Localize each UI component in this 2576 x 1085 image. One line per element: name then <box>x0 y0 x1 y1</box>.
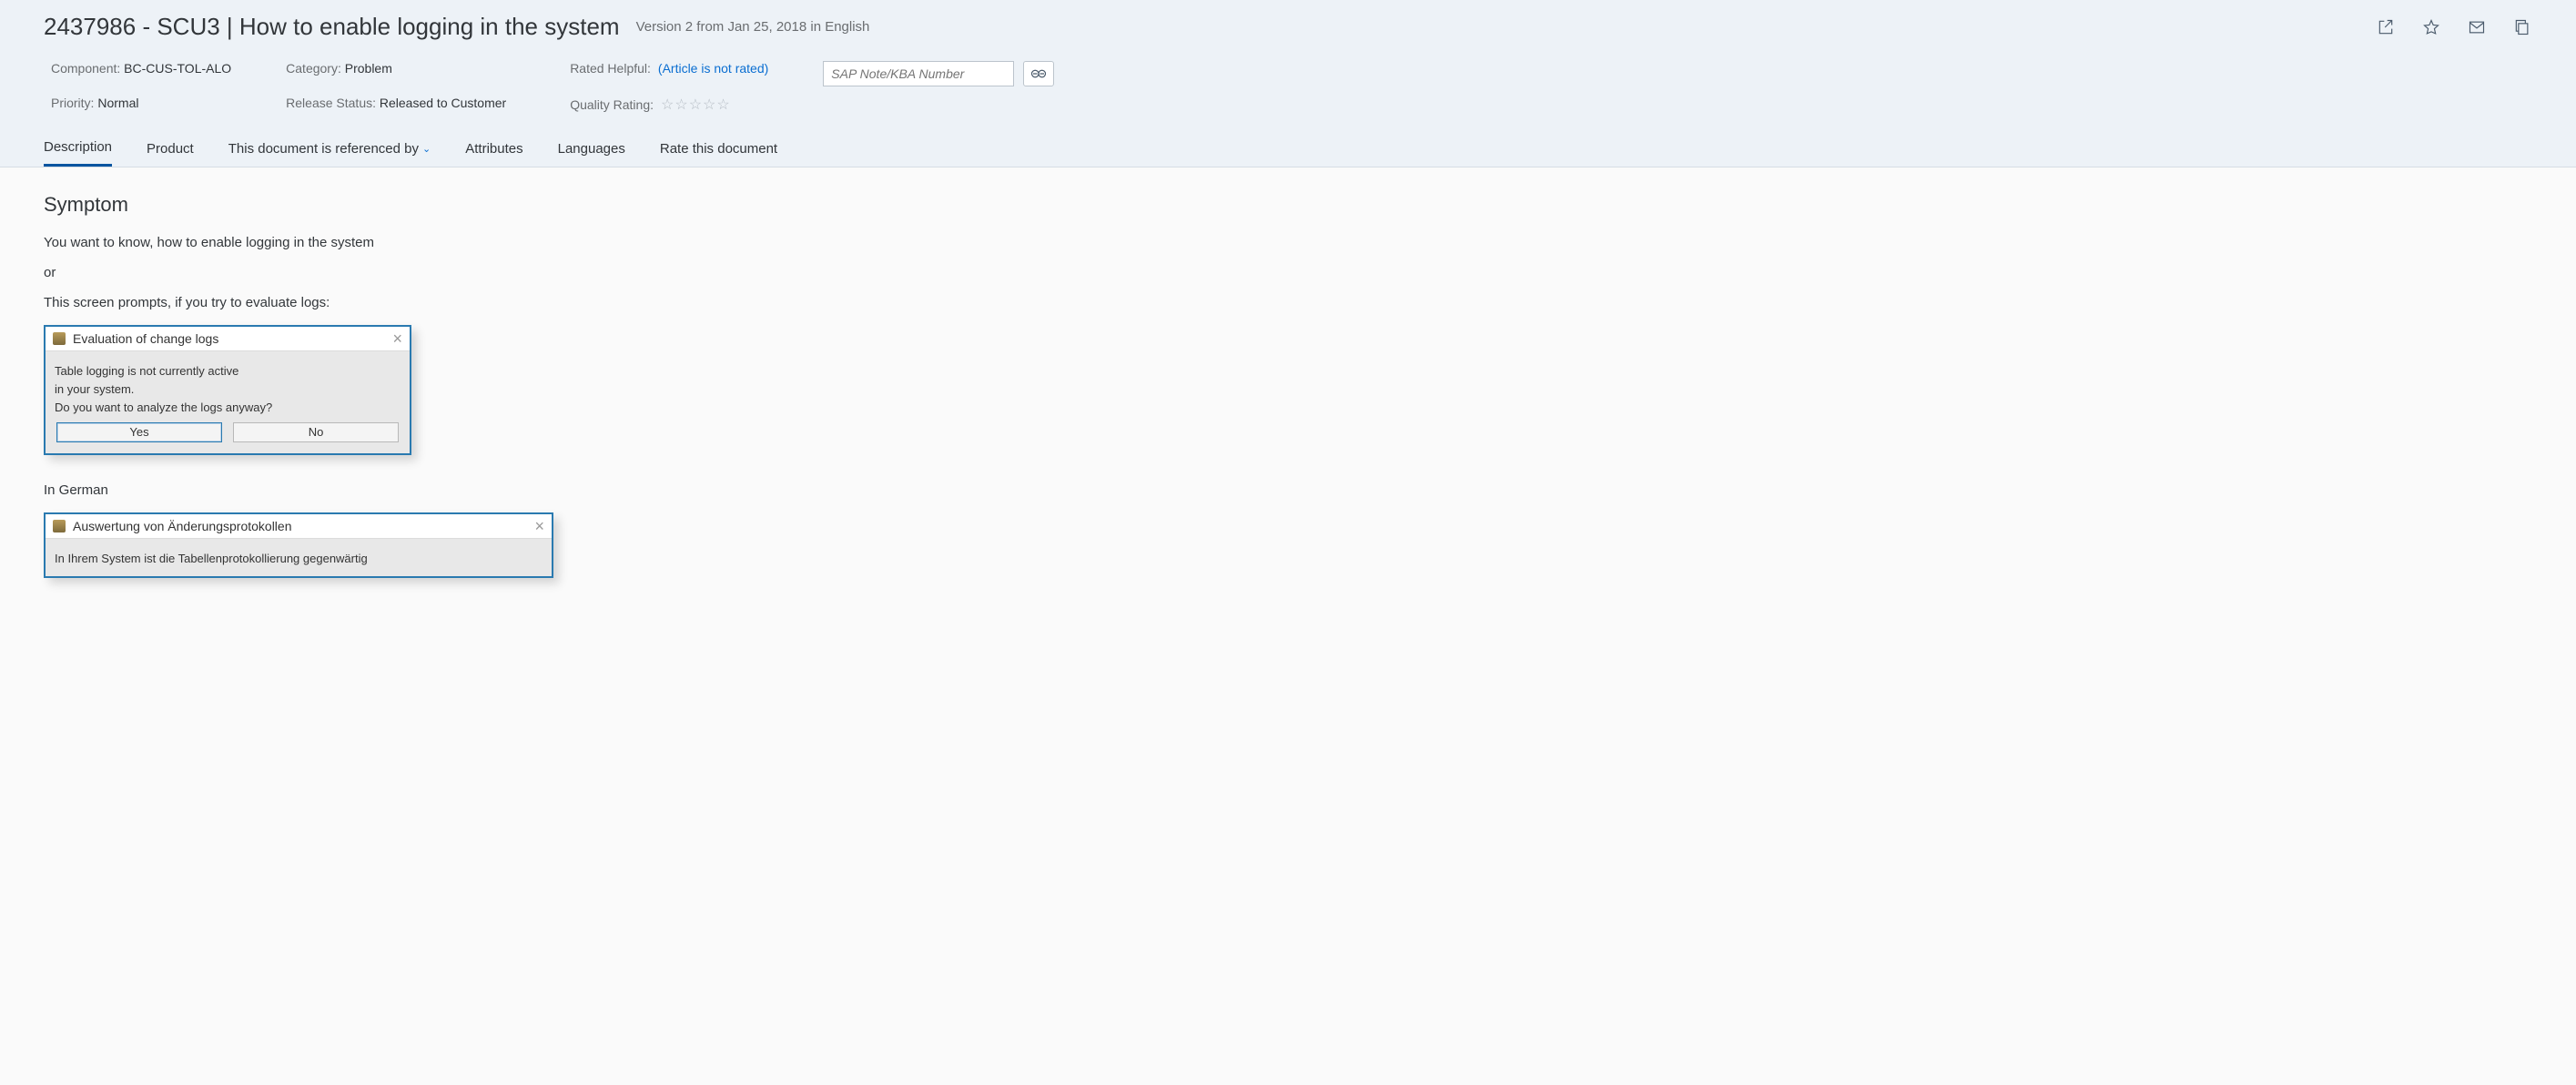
priority-value: Normal <box>97 96 138 110</box>
version-text: Version 2 from Jan 25, 2018 in English <box>636 19 870 35</box>
dialog-icon <box>53 520 66 532</box>
tab-product[interactable]: Product <box>147 139 194 167</box>
chevron-down-icon: ⌄ <box>422 143 431 155</box>
star-icon[interactable] <box>2421 17 2441 37</box>
category-value: Problem <box>345 61 392 76</box>
meta-col-1: Component: BC-CUS-TOL-ALO Priority: Norm… <box>51 61 231 114</box>
symptom-p3: This screen prompts, if you try to evalu… <box>44 295 2532 310</box>
tab-attributes[interactable]: Attributes <box>465 139 522 167</box>
quality-stars[interactable]: ☆☆☆☆☆ <box>661 96 731 114</box>
quality-label: Quality Rating: <box>570 97 654 112</box>
tab-rate[interactable]: Rate this document <box>660 139 777 167</box>
title-actions <box>2376 17 2532 37</box>
meta-col-3: Rated Helpful: (Article is not rated) Qu… <box>570 61 768 114</box>
priority-label: Priority: <box>51 96 94 110</box>
symptom-p2: or <box>44 265 2532 280</box>
close-icon[interactable]: × <box>392 330 402 347</box>
mail-icon[interactable] <box>2467 17 2487 37</box>
header-band: 2437986 - SCU3 | How to enable logging i… <box>0 0 2576 167</box>
yes-button[interactable]: Yes <box>56 422 222 442</box>
dialog-en-line1: Table logging is not currently active <box>55 362 401 380</box>
tab-description[interactable]: Description <box>44 139 112 167</box>
dialog-de-body: In Ihrem System ist die Tabellenprotokol… <box>46 538 552 575</box>
dialog-de-title: Auswertung von Änderungsprotokollen <box>73 519 292 533</box>
dialog-en-body: Table logging is not currently active in… <box>46 350 410 453</box>
dialog-en: Evaluation of change logs × Table loggin… <box>44 325 411 455</box>
dialog-de-titlebar: Auswertung von Änderungsprotokollen × <box>46 514 552 538</box>
rated-label: Rated Helpful: <box>570 61 651 76</box>
title-row: 2437986 - SCU3 | How to enable logging i… <box>44 13 2532 41</box>
meta-grid: Component: BC-CUS-TOL-ALO Priority: Norm… <box>44 61 2532 114</box>
tab-referenced[interactable]: This document is referenced by ⌄ <box>228 139 431 167</box>
symptom-p1: You want to know, how to enable logging … <box>44 235 2532 250</box>
page-title: 2437986 - SCU3 | How to enable logging i… <box>44 13 620 41</box>
release-value: Released to Customer <box>380 96 506 110</box>
rated-link[interactable]: (Article is not rated) <box>658 61 768 76</box>
share-icon[interactable] <box>2376 17 2396 37</box>
main-content: Symptom You want to know, how to enable … <box>0 167 2576 614</box>
dialog-en-title: Evaluation of change logs <box>73 331 218 346</box>
release-label: Release Status: <box>286 96 376 110</box>
meta-col-2: Category: Problem Release Status: Releas… <box>286 61 506 114</box>
tab-languages[interactable]: Languages <box>558 139 625 167</box>
search-button[interactable] <box>1023 61 1054 86</box>
dialog-icon <box>53 332 66 345</box>
symptom-heading: Symptom <box>44 193 2532 217</box>
no-button[interactable]: No <box>233 422 399 442</box>
component-label: Component: <box>51 61 120 76</box>
meta-col-search <box>823 61 1054 114</box>
search-input[interactable] <box>823 61 1014 86</box>
category-label: Category: <box>286 61 341 76</box>
in-german-label: In German <box>44 482 2532 498</box>
dialog-en-line2: in your system. <box>55 380 401 399</box>
tab-bar: Description Product This document is ref… <box>44 139 2532 167</box>
copy-icon[interactable] <box>2512 17 2532 37</box>
dialog-de-line1: In Ihrem System ist die Tabellenprotokol… <box>55 550 543 568</box>
dialog-de: Auswertung von Änderungsprotokollen × In… <box>44 512 553 577</box>
close-icon[interactable]: × <box>534 518 544 534</box>
dialog-en-titlebar: Evaluation of change logs × <box>46 327 410 350</box>
dialog-en-line3: Do you want to analyze the logs anyway? <box>55 399 401 417</box>
tab-referenced-label: This document is referenced by <box>228 141 419 157</box>
dialog-en-buttons: Yes No <box>55 417 401 446</box>
component-value: BC-CUS-TOL-ALO <box>124 61 231 76</box>
